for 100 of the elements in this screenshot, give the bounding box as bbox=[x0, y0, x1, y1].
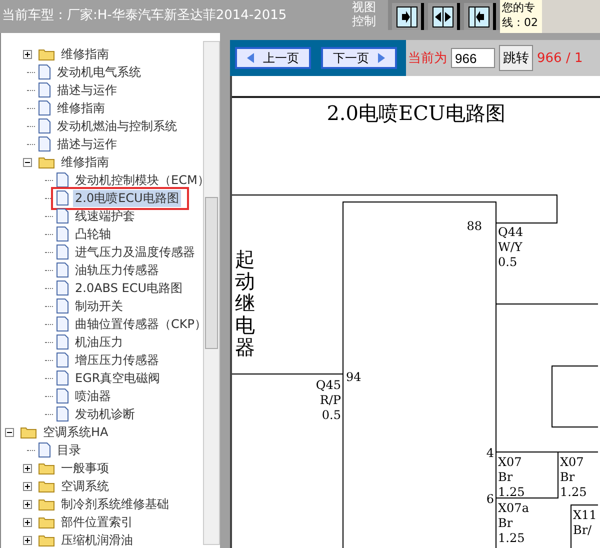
tree-item[interactable]: EGR真空电磁阀 bbox=[73, 370, 162, 386]
component-box-outline bbox=[570, 504, 598, 548]
expand-toggle-icon[interactable] bbox=[23, 500, 32, 508]
folder-icon bbox=[38, 47, 55, 61]
wire-color: R/P bbox=[320, 393, 341, 407]
notice-text: 您的专 bbox=[502, 0, 536, 15]
folder-icon bbox=[38, 497, 55, 511]
current-page-label: 当前为 bbox=[408, 50, 447, 67]
document-icon bbox=[56, 172, 69, 188]
document-icon bbox=[38, 442, 51, 458]
pin-number: 4 bbox=[486, 446, 494, 460]
document-icon bbox=[38, 136, 51, 152]
scrollbar-thumb[interactable] bbox=[205, 197, 218, 349]
wire-code: X07 bbox=[498, 455, 522, 469]
wire-code: Q44 bbox=[498, 225, 524, 239]
pin-number: 94 bbox=[346, 370, 362, 384]
tree-item[interactable]: 线速端护套 bbox=[73, 208, 137, 224]
document-icon bbox=[56, 190, 69, 206]
tree-item[interactable]: 2.0ABS ECU电路图 bbox=[73, 280, 184, 296]
vehicle-model-title: 当前车型：厂家:H-华泰汽车新圣达菲2014-2015 bbox=[2, 7, 288, 24]
go-button[interactable]: 跳转 bbox=[499, 45, 533, 71]
document-icon bbox=[56, 406, 69, 422]
tree-item[interactable]: 进气压力及温度传感器 bbox=[73, 244, 197, 260]
page-input-field[interactable]: 966 bbox=[451, 48, 495, 68]
expand-right-button[interactable] bbox=[392, 3, 424, 30]
expand-toggle-icon[interactable] bbox=[23, 518, 32, 526]
document-icon bbox=[38, 100, 51, 116]
image-placeholder bbox=[542, 0, 600, 33]
wire-size: 0.5 bbox=[322, 408, 341, 422]
split-view-button[interactable] bbox=[428, 3, 460, 30]
document-icon bbox=[56, 262, 69, 278]
pin-number: 88 bbox=[466, 219, 482, 233]
wire-code: X07a bbox=[498, 501, 529, 515]
wire-box-outline bbox=[496, 452, 558, 498]
wire-size: 1.25 bbox=[560, 485, 587, 499]
tree-item[interactable]: 维修指南 bbox=[59, 46, 111, 62]
vertical-scrollbar[interactable] bbox=[203, 41, 220, 545]
tree-item[interactable]: 描述与运作 bbox=[55, 82, 119, 98]
wire-color: Br bbox=[498, 516, 513, 530]
diagram-title: 2.0电喷ECU电路图 bbox=[232, 96, 600, 130]
tree-item[interactable]: 一般事项 bbox=[59, 460, 111, 476]
tree-item[interactable]: 发动机电气系统 bbox=[55, 64, 143, 80]
document-icon bbox=[38, 64, 51, 80]
next-page-button[interactable]: 下一页 bbox=[321, 47, 397, 69]
expand-toggle-icon[interactable] bbox=[23, 464, 32, 472]
tree-item[interactable]: 制动开关 bbox=[73, 298, 125, 314]
wire-size: 1.25 bbox=[498, 531, 525, 545]
pin-number: 6 bbox=[486, 492, 494, 506]
tree-item[interactable]: 维修指南 bbox=[55, 100, 107, 116]
component-name: 起动继电器 bbox=[235, 247, 255, 359]
tree-item[interactable]: 喷油器 bbox=[73, 388, 113, 404]
tree-item[interactable]: 油轨压力传感器 bbox=[73, 262, 161, 278]
right-arrow-icon bbox=[377, 53, 385, 63]
document-icon bbox=[56, 280, 69, 296]
document-icon bbox=[56, 226, 69, 242]
document-icon bbox=[56, 388, 69, 404]
tree-item[interactable]: 机油压力 bbox=[73, 334, 125, 350]
document-icon bbox=[56, 244, 69, 260]
tree-item[interactable]: 发动机控制模块（ECM） bbox=[73, 172, 203, 188]
collapse-toggle-icon[interactable] bbox=[23, 158, 32, 166]
tree-item[interactable]: 发动机诊断 bbox=[73, 406, 137, 422]
tree-item[interactable]: 凸轮轴 bbox=[73, 226, 113, 242]
folder-icon bbox=[20, 425, 37, 439]
tree-item[interactable]: 空调系统HA bbox=[41, 424, 110, 440]
wire-color: Br bbox=[498, 470, 513, 484]
document-icon bbox=[56, 298, 69, 314]
tree-item[interactable]: 发动机燃油与控制系统 bbox=[55, 118, 179, 134]
tree-item[interactable]: 2.0电喷ECU电路图 bbox=[73, 190, 181, 206]
document-icon bbox=[56, 334, 69, 350]
folder-icon bbox=[38, 461, 55, 475]
tree-item[interactable]: 部件位置索引 bbox=[59, 514, 135, 530]
component-box-outline bbox=[552, 366, 598, 428]
wire-size: 1.25 bbox=[498, 485, 525, 499]
page-count: 966 / 1 bbox=[537, 50, 583, 66]
tree-item[interactable]: 描述与运作 bbox=[55, 136, 119, 152]
expand-toggle-icon[interactable] bbox=[23, 536, 32, 544]
document-icon bbox=[38, 82, 51, 98]
previous-page-button[interactable]: 上一页 bbox=[235, 47, 311, 69]
tree-item[interactable]: 维修指南 bbox=[59, 154, 111, 170]
wire-size: 0.5 bbox=[498, 255, 518, 269]
folder-icon bbox=[38, 479, 55, 493]
wire-code: X11 bbox=[573, 508, 597, 522]
wire-code: X07 bbox=[560, 455, 584, 469]
collapse-toggle-icon[interactable] bbox=[5, 428, 14, 436]
tree-item[interactable]: 制冷剂系统维修基础 bbox=[59, 496, 171, 512]
tree-item[interactable]: 压缩机润滑油 bbox=[59, 532, 135, 548]
left-arrow-icon bbox=[247, 53, 255, 63]
tree-item[interactable]: 曲轴位置传感器（CKP） bbox=[73, 316, 203, 332]
folder-icon bbox=[38, 155, 55, 169]
expand-left-button[interactable] bbox=[464, 3, 496, 30]
tree-item[interactable]: 增压压力传感器 bbox=[73, 352, 161, 368]
tree-item[interactable]: 目录 bbox=[55, 442, 83, 458]
folder-icon bbox=[38, 515, 55, 529]
wire-color: Br bbox=[560, 470, 575, 484]
document-icon bbox=[56, 352, 69, 368]
tree-item[interactable]: 空调系统 bbox=[59, 478, 111, 494]
view-control-label: 视图控制 bbox=[352, 0, 377, 28]
document-icon bbox=[56, 316, 69, 332]
expand-toggle-icon[interactable] bbox=[23, 50, 32, 58]
expand-toggle-icon[interactable] bbox=[23, 482, 32, 490]
